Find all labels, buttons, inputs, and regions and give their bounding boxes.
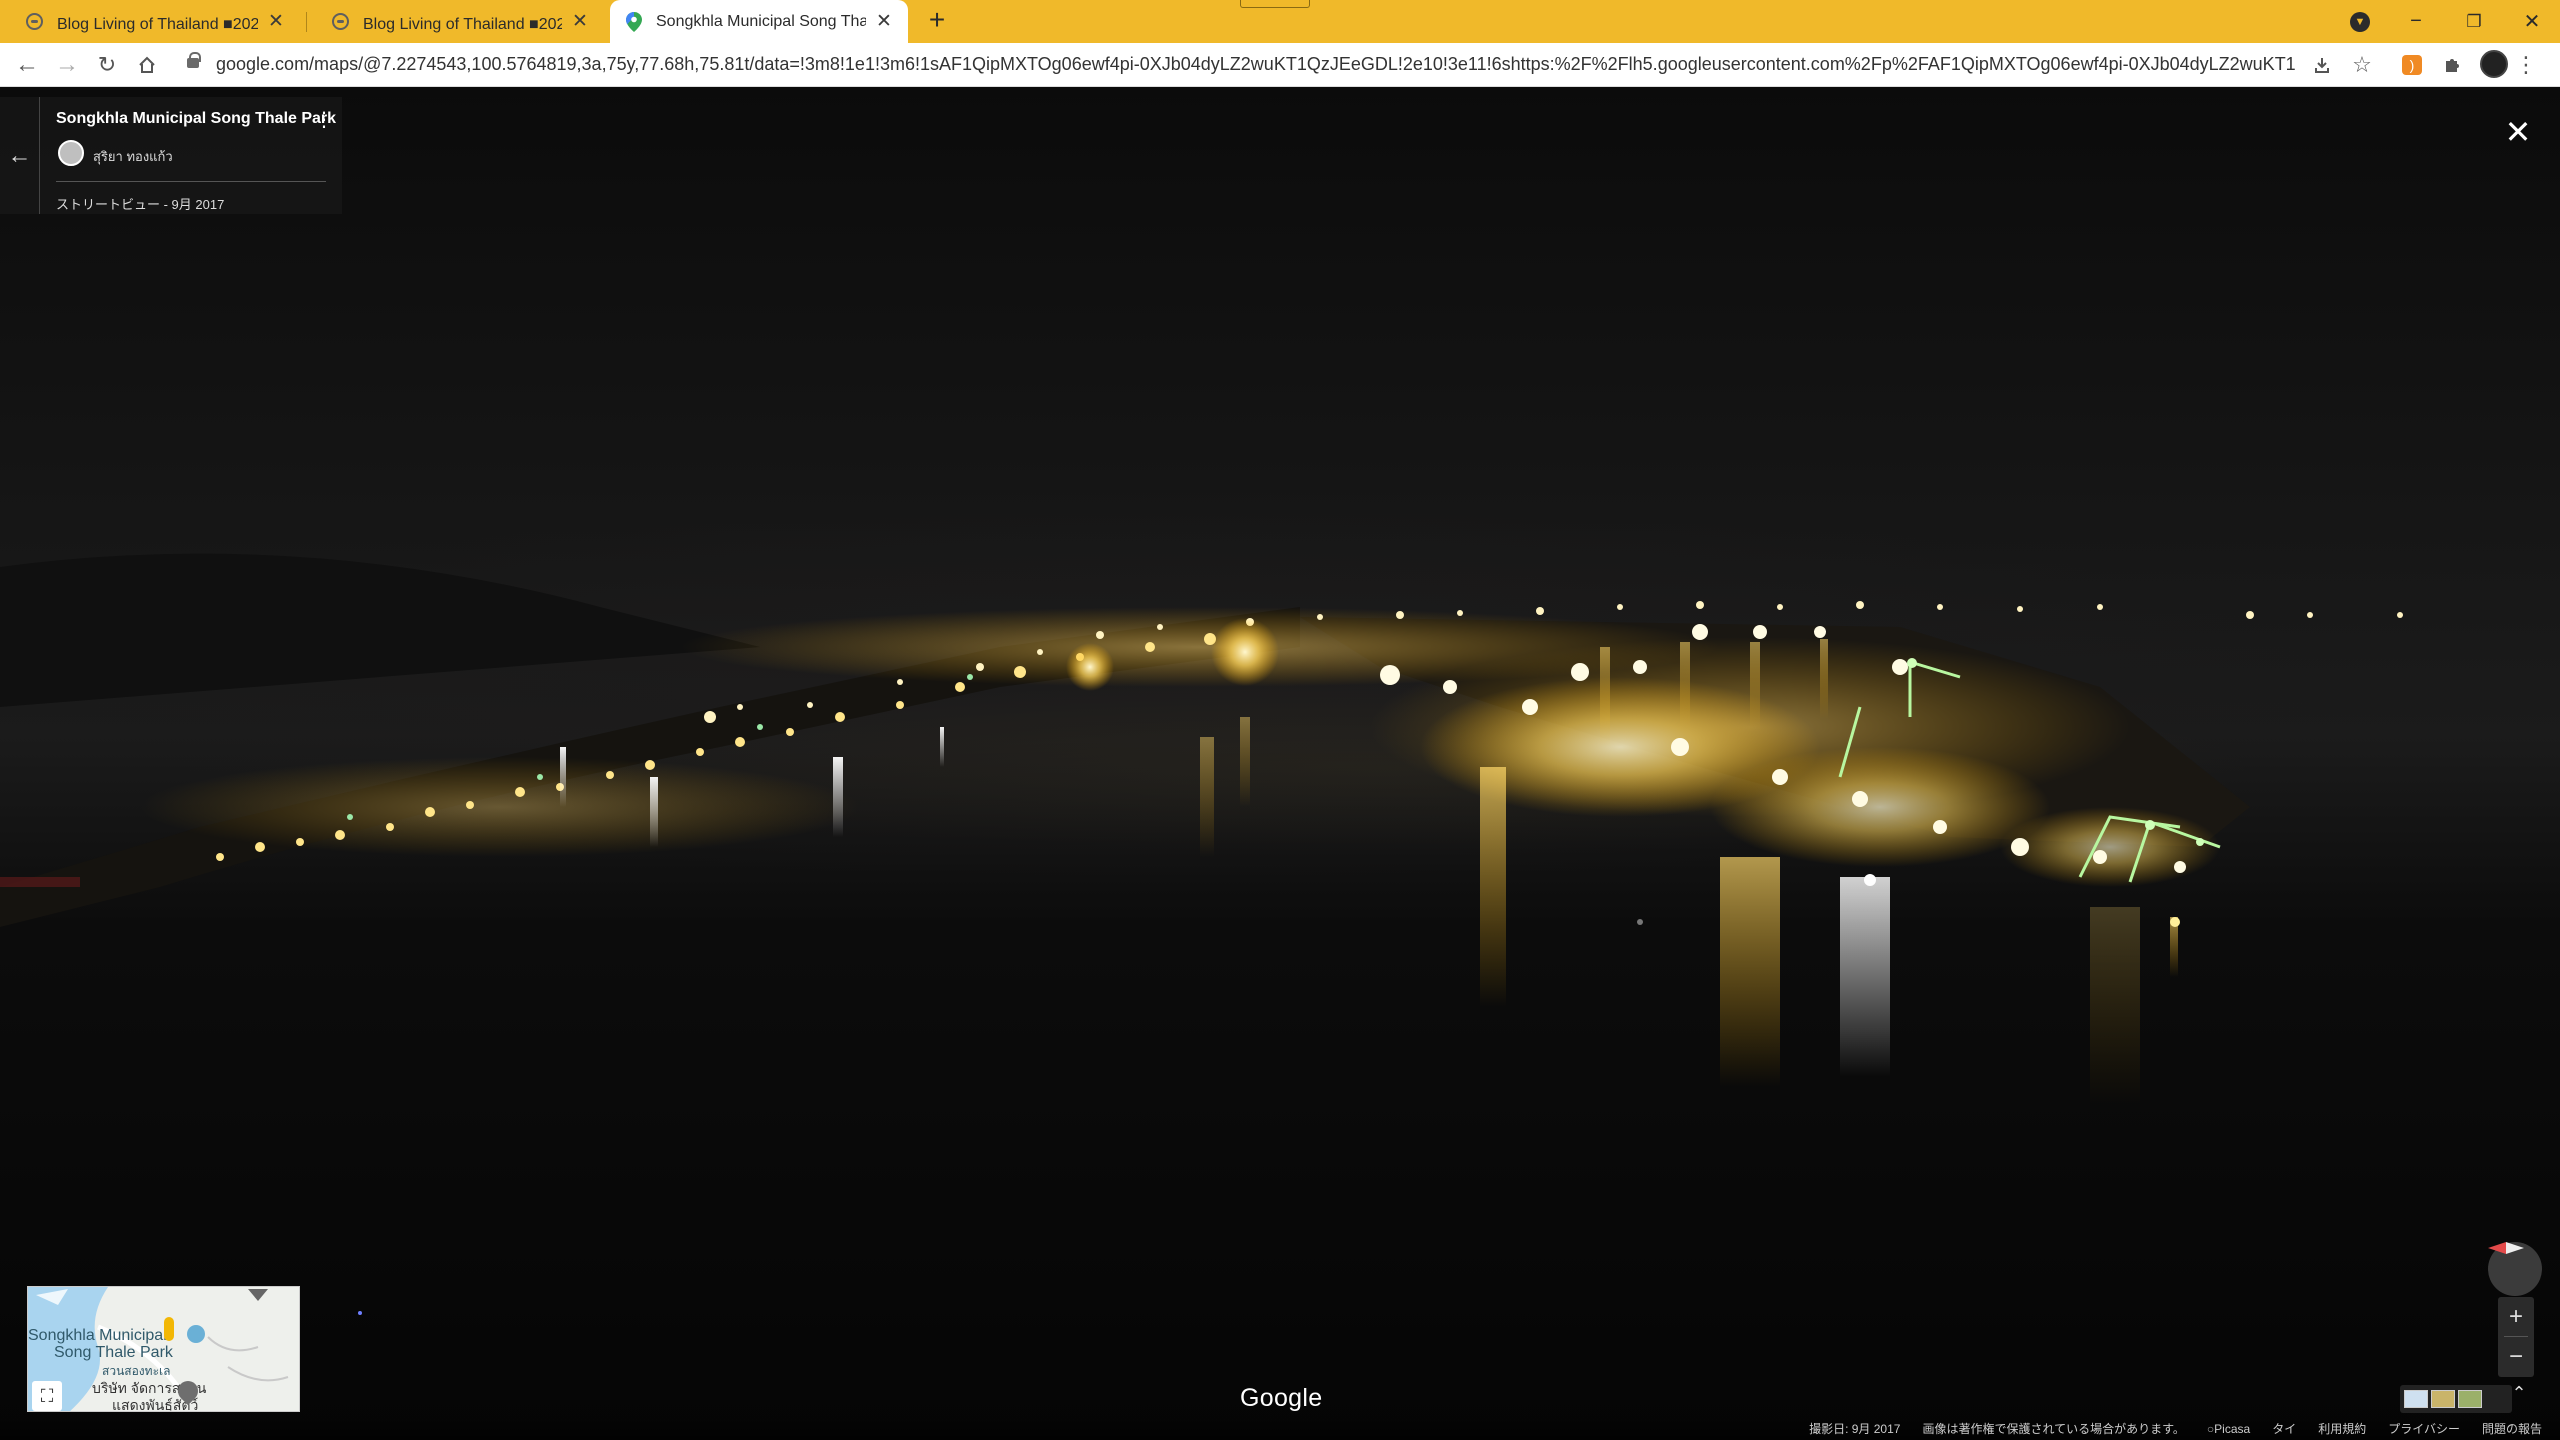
more-options-icon[interactable]: ⋮ [314,109,334,133]
minimap-place-label: Songkhla Municipal Song Thale Park [28,1327,173,1361]
tab-title: Blog Living of Thailand ■2021年 [363,15,562,33]
bookmark-star-icon[interactable]: ☆ [2348,51,2376,79]
browser-toolbar: ← → ↻ google.com/maps/@7.2274543,100.576… [0,43,2560,87]
thumbnail[interactable] [2458,1390,2482,1408]
tab-blog-1[interactable]: Blog Living of Thailand ■2021年 ✕ [0,0,300,43]
close-tab-icon[interactable]: ✕ [874,11,894,32]
menu-dots-icon[interactable]: ⋮ [2512,51,2540,79]
globe-icon [332,13,349,30]
author-avatar[interactable] [58,140,84,166]
zoom-out-button[interactable]: − [2498,1339,2534,1375]
new-tab-button[interactable]: + [922,6,952,36]
thumbnail[interactable] [2404,1390,2428,1408]
map-footer: 撮影日: 9月 2017 画像は著作権で保護されている場合があります。 ○Pic… [0,1417,2560,1440]
tab-title: Songkhla Municipal Song Thale P [656,12,866,30]
close-tab-icon[interactable]: ✕ [266,11,286,32]
tab-search-icon[interactable]: ▼ [2350,12,2370,32]
tab-strip: Blog Living of Thailand ■2021年 ✕ Blog Li… [0,0,2560,43]
home-icon[interactable] [132,50,162,80]
tab-title: Blog Living of Thailand ■2021年 [57,15,258,33]
extensions-puzzle-icon[interactable] [2438,51,2466,79]
street-view-panorama[interactable]: ← Songkhla Municipal Song Thale Park ⋮ ส… [0,87,2560,1440]
window-drag-handle[interactable] [1240,0,1310,8]
terms-link[interactable]: 利用規約 [2318,1420,2366,1437]
install-app-icon[interactable] [2308,51,2336,79]
compass-icon[interactable] [2488,1242,2542,1296]
minimap-thai-label: สวนสองทะเล [102,1364,171,1378]
capture-date: 撮影日: 9月 2017 [1809,1422,1901,1436]
forward-icon[interactable]: → [52,50,82,80]
restore-button[interactable]: ❐ [2446,0,2502,43]
lock-icon[interactable] [187,52,201,68]
divider [56,181,326,182]
divider [2504,1336,2528,1337]
zoom-in-button[interactable]: + [2498,1299,2534,1335]
rss-icon[interactable]: ) [2402,55,2422,75]
copyright-notice: 画像は著作権で保護されている場合があります。 [1922,1422,2185,1436]
photo-thumbnails[interactable] [2400,1385,2512,1413]
close-tab-icon[interactable]: ✕ [570,11,590,32]
close-window-button[interactable]: ✕ [2504,0,2560,43]
minimap[interactable]: Songkhla Municipal Song Thale Park สวนสอ… [27,1286,300,1412]
maps-pin-icon [626,11,642,32]
place-title[interactable]: Songkhla Municipal Song Thale Park [56,110,336,128]
country-label: タイ [2272,1422,2297,1436]
report-problem-link[interactable]: 問題の報告 [2482,1420,2542,1437]
author-name[interactable]: สุริยา ทองแก้ว [93,146,173,167]
reload-icon[interactable]: ↻ [92,50,122,80]
close-street-view-button[interactable]: ✕ [2500,115,2536,151]
privacy-link[interactable]: プライバシー [2388,1420,2460,1437]
tab-blog-2[interactable]: Blog Living of Thailand ■2021年 ✕ [306,0,604,43]
globe-icon [26,13,43,30]
picasa-link[interactable]: ○Picasa [2207,1422,2250,1436]
back-arrow-icon[interactable]: ← [0,97,40,214]
zoom-controls: + − [2498,1297,2534,1377]
night-harbor-scene [0,553,2403,1315]
place-info-card: ← Songkhla Municipal Song Thale Park ⋮ ส… [0,97,342,214]
thumbnail[interactable] [2431,1390,2455,1408]
pegman-icon[interactable] [164,1317,174,1341]
capture-date-label: ストリートビュー - 9月 2017 [56,197,225,212]
expand-map-icon[interactable]: ⛶ [32,1381,62,1411]
google-logo: Google [1240,1384,1323,1412]
expand-thumbnails-icon[interactable]: ⌃ [2505,1379,2533,1407]
profile-avatar[interactable] [2480,50,2508,78]
address-bar[interactable]: google.com/maps/@7.2274543,100.5764819,3… [216,54,2296,75]
tab-songkhla-maps[interactable]: Songkhla Municipal Song Thale P ✕ [610,0,908,43]
back-icon[interactable]: ← [12,50,42,80]
compass-needle [2488,1242,2524,1254]
minimize-button[interactable]: − [2388,0,2444,43]
